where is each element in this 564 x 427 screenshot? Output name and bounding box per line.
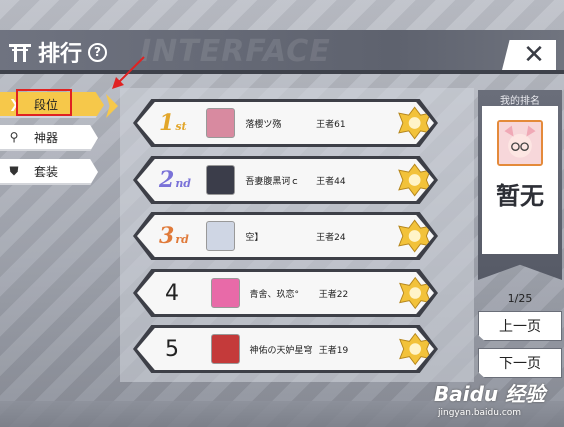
- ranking-row[interactable]: 3rd 空】 王者24: [133, 212, 438, 260]
- rank-number: 1: [159, 110, 175, 136]
- player-name: 吾妻腹黑诃ｃ: [245, 176, 300, 187]
- tier-medal-icon: [398, 276, 431, 310]
- ranking-row[interactable]: 2nd 吾妻腹黑诃ｃ 王者44: [133, 156, 438, 204]
- player-name: 青舍、玖恋°: [249, 289, 300, 300]
- player-name: 落櫻ツ殇: [245, 119, 282, 130]
- page-indicator: 1/25: [507, 292, 533, 305]
- ranking-row[interactable]: 1st 落櫻ツ殇 王者61: [133, 99, 438, 147]
- tab-artifact[interactable]: ⚲ 神器: [0, 125, 98, 151]
- my-rank-title: 我的排名: [500, 96, 540, 107]
- baidu-watermark: Baidu 经验 jingyan.baidu.com: [434, 378, 562, 424]
- ranking-row[interactable]: 5 神佑の天妒星穹 王者19: [133, 325, 438, 373]
- shield-icon: ⛊: [9, 163, 19, 178]
- avatar: [210, 334, 240, 364]
- my-rank-value: 暂无: [496, 182, 544, 210]
- rank-suffix: nd: [175, 177, 192, 190]
- tab-label: 套装: [34, 164, 59, 179]
- close-icon: ✕: [523, 40, 545, 70]
- baidu-url: jingyan.baidu.com: [438, 408, 522, 418]
- page-title: 排行: [38, 42, 83, 67]
- avatar: [210, 278, 240, 308]
- tier-medal-icon: [398, 332, 431, 366]
- header-divider: [0, 70, 564, 74]
- rank-number: 3: [159, 223, 175, 249]
- ranking-row-body: 4 青舍、玖恋° 王者22: [137, 272, 434, 314]
- rank-number: 2: [159, 167, 175, 193]
- player-name: 神佑の天妒星穹: [249, 345, 313, 356]
- prev-page-button[interactable]: 上一页: [478, 311, 562, 341]
- header-watermark: INTERFACE: [140, 34, 331, 69]
- tier-medal-icon: [397, 163, 431, 197]
- tier-medal-icon: [397, 106, 431, 140]
- avatar: [205, 221, 236, 251]
- player-tier: 王者22: [318, 289, 349, 300]
- next-page-button[interactable]: 下一页: [478, 348, 562, 378]
- tab-suit[interactable]: ⛊ 套装: [0, 159, 98, 185]
- help-icon[interactable]: ?: [88, 42, 108, 62]
- ranking-row-body: 5 神佑の天妒星穹 王者19: [137, 328, 434, 370]
- annotation-arrow-icon: [112, 56, 145, 89]
- rank-suffix: st: [175, 120, 187, 133]
- close-button[interactable]: ✕: [502, 40, 556, 70]
- tier-medal-icon: [397, 219, 431, 253]
- ranking-row-body: 2nd 吾妻腹黑诃ｃ 王者44: [137, 159, 434, 201]
- pin-icon: ⚲: [9, 130, 19, 144]
- player-tier: 王者19: [318, 345, 349, 356]
- avatar: [205, 165, 236, 195]
- ranking-row-body: 1st 落櫻ツ殇 王者61: [137, 102, 434, 144]
- player-tier: 王者44: [316, 176, 346, 187]
- baidu-logo: Baidu 经验: [434, 382, 546, 406]
- ranking-row[interactable]: 4 青舍、玖恋° 王者22: [133, 269, 438, 317]
- player-name: 空】: [245, 232, 264, 243]
- avatar: [205, 108, 236, 138]
- tab-label: 神器: [34, 130, 59, 145]
- rank-suffix: rd: [175, 233, 189, 246]
- player-tier: 王者24: [316, 232, 346, 243]
- torii-icon: [9, 44, 31, 62]
- highlight-box: [16, 89, 72, 116]
- my-avatar: [497, 120, 543, 166]
- title-group: 排行 ?: [8, 36, 108, 68]
- ranking-row-body: 3rd 空】 王者24: [137, 215, 434, 257]
- player-tier: 王者61: [316, 119, 346, 130]
